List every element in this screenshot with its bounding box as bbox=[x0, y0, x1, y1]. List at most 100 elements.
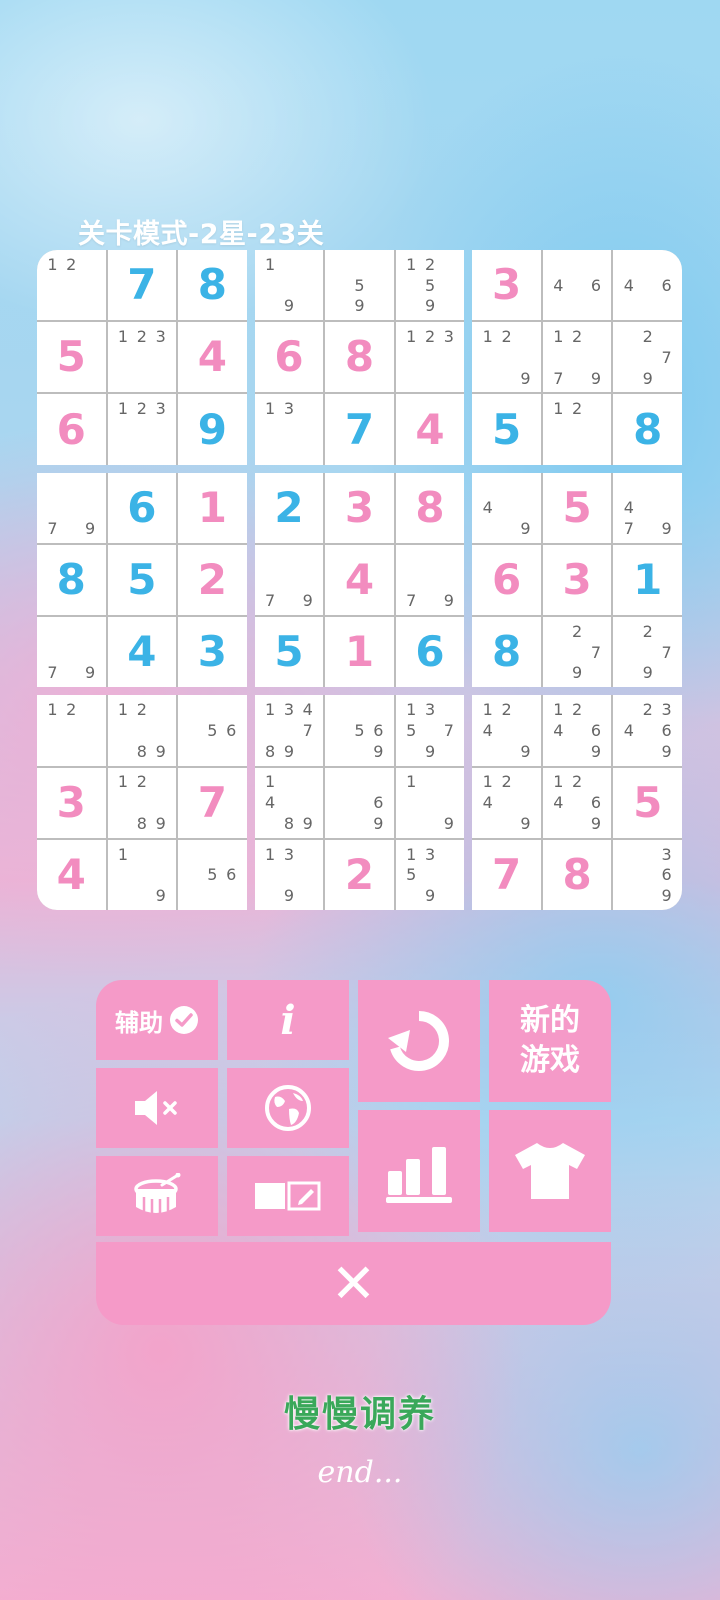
sudoku-cell[interactable]: 4 bbox=[178, 322, 247, 393]
new-game-button[interactable]: 新的 游戏 bbox=[489, 980, 611, 1102]
statistics-button[interactable] bbox=[358, 1110, 480, 1232]
sudoku-cell[interactable]: 59 bbox=[325, 250, 394, 321]
sudoku-cell[interactable]: 1 bbox=[613, 544, 682, 616]
note-digit bbox=[402, 813, 421, 834]
sudoku-cell[interactable]: 123 bbox=[395, 322, 465, 393]
sudoku-cell[interactable]: 1259 bbox=[395, 250, 465, 321]
sudoku-cell[interactable]: 79 bbox=[395, 544, 465, 616]
sudoku-cell[interactable]: 12 bbox=[37, 250, 106, 321]
sudoku-cell[interactable]: 13 9 bbox=[254, 839, 324, 910]
sudoku-cell[interactable]: 4 bbox=[107, 617, 177, 688]
sudoku-cell[interactable]: 3 bbox=[325, 472, 394, 543]
sudoku-cell[interactable]: 5 bbox=[613, 767, 682, 838]
sudoku-cell[interactable]: 8 bbox=[395, 472, 465, 543]
sudoku-cell[interactable]: 124 9 bbox=[472, 695, 541, 766]
sudoku-cell[interactable]: 19 bbox=[254, 250, 324, 321]
sudoku-cell[interactable]: 7 bbox=[472, 839, 541, 910]
sudoku-cell[interactable]: 5 bbox=[542, 472, 612, 543]
sudoku-cell[interactable]: 8 bbox=[325, 322, 394, 393]
sudoku-cell[interactable]: 6 bbox=[472, 544, 541, 616]
sudoku-cell[interactable]: 6 bbox=[107, 472, 177, 543]
sudoku-cell[interactable]: 47 9 bbox=[613, 472, 682, 543]
sudoku-cell[interactable]: 46 bbox=[542, 250, 612, 321]
sudoku-cell[interactable]: 6 bbox=[254, 322, 324, 393]
restart-button[interactable] bbox=[358, 980, 480, 1102]
sudoku-cell[interactable]: 2 bbox=[325, 839, 394, 910]
sudoku-cell[interactable]: 279 bbox=[613, 617, 682, 688]
sudoku-cell[interactable]: 8 bbox=[178, 250, 247, 321]
mute-button[interactable] bbox=[96, 1068, 218, 1148]
assist-toggle-button[interactable]: 辅助 bbox=[96, 980, 218, 1060]
sudoku-cell[interactable]: 3 bbox=[542, 544, 612, 616]
sudoku-cell[interactable]: 12 89 bbox=[107, 767, 177, 838]
sudoku-cell[interactable]: 79 bbox=[254, 544, 324, 616]
sudoku-cell[interactable]: 6 bbox=[395, 617, 465, 688]
sudoku-cell[interactable]: 1 bbox=[325, 617, 394, 688]
sudoku-cell[interactable]: 8 bbox=[613, 394, 682, 465]
sudoku-cell[interactable]: 5 bbox=[37, 322, 106, 393]
sudoku-cell[interactable]: 7 bbox=[325, 394, 394, 465]
sudoku-cell[interactable]: 124 9 bbox=[472, 767, 541, 838]
note-digit: 4 bbox=[623, 275, 634, 295]
note-digit bbox=[402, 295, 421, 316]
notes-mode-button[interactable] bbox=[227, 1156, 349, 1236]
sudoku-cell[interactable]: 8 bbox=[472, 617, 541, 688]
sudoku-cell[interactable]: 2 bbox=[254, 472, 324, 543]
sudoku-cell[interactable]: 9 bbox=[178, 394, 247, 465]
sudoku-cell[interactable]: 56 bbox=[178, 695, 247, 766]
sudoku-cell[interactable]: 12 9 bbox=[472, 322, 541, 393]
cell-value: 2 bbox=[344, 849, 375, 899]
sudoku-cell[interactable]: 1489 bbox=[254, 767, 324, 838]
sudoku-cell[interactable]: 3 bbox=[37, 767, 106, 838]
sudoku-cell[interactable]: 6 bbox=[37, 394, 106, 465]
sudoku-cell[interactable]: 12 89 bbox=[107, 695, 177, 766]
sudoku-cell[interactable]: 7 bbox=[178, 767, 247, 838]
sudoku-cell[interactable]: 13 bbox=[254, 394, 324, 465]
note-digit: 9 bbox=[373, 813, 384, 833]
sudoku-cell[interactable]: 123 bbox=[107, 394, 177, 465]
sudoku-cell[interactable]: 79 bbox=[37, 472, 106, 543]
sudoku-cell[interactable]: 46 bbox=[613, 250, 682, 321]
sudoku-cell[interactable]: 4 bbox=[325, 544, 394, 616]
sudoku-cell[interactable]: 12 7 9 bbox=[542, 322, 612, 393]
sudoku-cell[interactable]: 569 bbox=[325, 695, 394, 766]
note-digit bbox=[222, 741, 241, 762]
theme-button[interactable] bbox=[489, 1110, 611, 1232]
sudoku-cell[interactable]: 279 bbox=[542, 617, 612, 688]
close-menu-button[interactable]: ✕ bbox=[96, 1242, 611, 1325]
sudoku-cell[interactable]: 1359 bbox=[395, 839, 465, 910]
sudoku-cell[interactable]: 23 4 69 bbox=[613, 695, 682, 766]
info-button[interactable]: i bbox=[227, 980, 349, 1060]
sudoku-cell[interactable]: 135 79 bbox=[395, 695, 465, 766]
sudoku-cell[interactable]: 369 bbox=[613, 839, 682, 910]
sudoku-cell[interactable]: 279 bbox=[613, 322, 682, 393]
sudoku-cell[interactable]: 69 bbox=[325, 767, 394, 838]
sudoku-cell[interactable]: 3 bbox=[178, 617, 247, 688]
sudoku-cell[interactable]: 5 bbox=[472, 394, 541, 465]
sudoku-cell[interactable]: 4 bbox=[37, 839, 106, 910]
sudoku-cell[interactable]: 4 bbox=[395, 394, 465, 465]
sudoku-cell[interactable]: 5 bbox=[254, 617, 324, 688]
note-digit: 1 bbox=[264, 399, 276, 419]
language-button[interactable] bbox=[227, 1068, 349, 1148]
sudoku-cell[interactable]: 123 bbox=[107, 322, 177, 393]
sudoku-cell[interactable]: 3 bbox=[472, 250, 541, 321]
sudoku-cell[interactable]: 2 bbox=[178, 544, 247, 616]
sudoku-cell[interactable]: 19 bbox=[395, 767, 465, 838]
sudoku-cell[interactable]: 5 bbox=[107, 544, 177, 616]
sudoku-cell[interactable]: 1 bbox=[178, 472, 247, 543]
sudoku-cell[interactable]: 1347 89 bbox=[254, 695, 324, 766]
sudoku-cell[interactable]: 8 bbox=[37, 544, 106, 616]
sudoku-cell[interactable]: 49 bbox=[472, 472, 541, 543]
sudoku-cell[interactable]: 12 bbox=[542, 394, 612, 465]
sudoku-cell[interactable]: 79 bbox=[37, 617, 106, 688]
sudoku-cell[interactable]: 124 69 bbox=[542, 767, 612, 838]
sudoku-cell[interactable]: 56 bbox=[178, 839, 247, 910]
sudoku-cell[interactable]: 19 bbox=[107, 839, 177, 910]
sudoku-cell[interactable]: 8 bbox=[542, 839, 612, 910]
sudoku-cell[interactable]: 124 69 bbox=[542, 695, 612, 766]
sudoku-cell[interactable]: 12 bbox=[37, 695, 106, 766]
sound-effects-button[interactable] bbox=[96, 1156, 218, 1236]
note-digit bbox=[439, 699, 458, 720]
sudoku-cell[interactable]: 7 bbox=[107, 250, 177, 321]
